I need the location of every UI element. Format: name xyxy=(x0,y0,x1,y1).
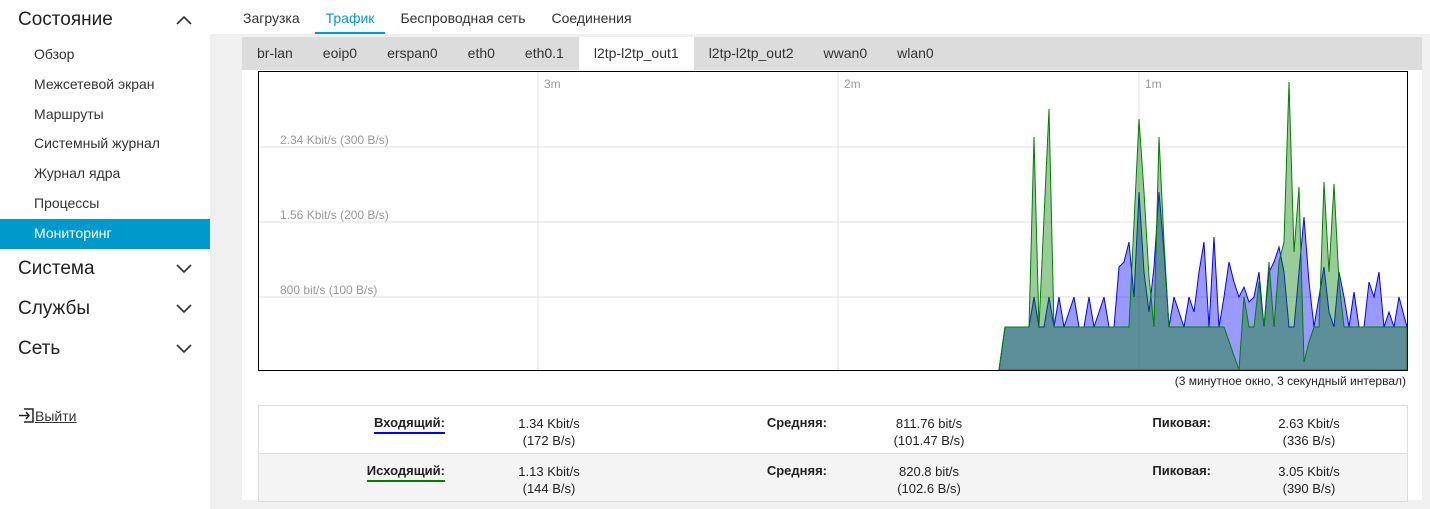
tab-connections[interactable]: Соединения xyxy=(541,0,643,34)
inbound-avg-cell: 811.76 bit/s (101.47 B/s) xyxy=(859,415,999,449)
menu-section-network[interactable]: Сеть xyxy=(0,329,210,369)
inbound-avg-bytes: (101.47 B/s) xyxy=(893,433,965,448)
menu-item-kernel-log[interactable]: Журнал ядра xyxy=(0,159,210,189)
outbound-avg-bytes: (102.6 B/s) xyxy=(897,481,961,496)
time-label-2m: 2m xyxy=(844,77,861,91)
y-label-200: 1.56 Kbit/s (200 B/s) xyxy=(280,208,389,222)
inbound-avg-value: 811.76 bit/s xyxy=(895,416,963,431)
menu-item-monitoring[interactable]: Мониторинг xyxy=(0,218,210,249)
outbound-label: Исходящий: xyxy=(366,463,445,482)
chevron-down-icon xyxy=(176,304,192,313)
inbound-peak-cell: 2.63 Kbit/s (336 B/s) xyxy=(1249,415,1369,449)
top-tab-bar: Загрузка Трафик Беспроводная сеть Соедин… xyxy=(210,0,1430,34)
outbound-avg-label: Средняя: xyxy=(766,463,827,478)
sidebar: Состояние Обзор Межсетевой экран Маршрут… xyxy=(0,0,210,509)
inbound-avg-label: Средняя: xyxy=(766,415,827,430)
menu-section-services[interactable]: Службы xyxy=(0,289,210,329)
stats-row-inbound: Входящий: 1.34 Kbit/s (172 B/s) Средняя:… xyxy=(259,406,1407,454)
inbound-label: Входящий: xyxy=(373,415,445,434)
traffic-graph-svg: 3m 2m 1m 2.34 Kbit/s (300 B/s) 1.56 Kbit… xyxy=(259,72,1407,370)
interface-tab-bar: br-lan eoip0 erspan0 eth0 eth0.1 l2tp-l2… xyxy=(242,37,1422,70)
y-label-300: 2.34 Kbit/s (300 B/s) xyxy=(280,133,389,147)
menu-section-status-label: Состояние xyxy=(18,9,113,30)
menu-section-status[interactable]: Состояние xyxy=(0,0,210,40)
menu-item-routes[interactable]: Маршруты xyxy=(0,100,210,130)
time-label-1m: 1m xyxy=(1145,77,1162,91)
iftab-l2tp-out1[interactable]: l2tp-l2tp_out1 xyxy=(578,37,694,70)
traffic-stats-table: Входящий: 1.34 Kbit/s (172 B/s) Средняя:… xyxy=(258,405,1408,502)
menu-section-network-label: Сеть xyxy=(18,337,61,359)
iftab-eth0[interactable]: eth0 xyxy=(453,37,510,70)
inbound-peak-value: 2.63 Kbit/s xyxy=(1278,416,1340,431)
iftab-l2tp-out2[interactable]: l2tp-l2tp_out2 xyxy=(694,37,809,70)
menu-item-overview[interactable]: Обзор xyxy=(0,40,210,70)
inbound-current-cell: 1.34 Kbit/s (172 B/s) xyxy=(489,415,609,449)
logout-link[interactable]: Выйти xyxy=(18,407,76,424)
outbound-peak-value: 3.05 Kbit/s xyxy=(1278,464,1340,479)
y-label-100: 800 bit/s (100 B/s) xyxy=(280,283,377,297)
chevron-down-icon xyxy=(176,344,192,353)
outbound-avg-cell: 820.8 bit/s (102.6 B/s) xyxy=(859,463,999,497)
tab-traffic[interactable]: Трафик xyxy=(314,0,386,34)
tab-wireless[interactable]: Беспроводная сеть xyxy=(389,0,536,34)
menu-section-services-label: Службы xyxy=(18,297,90,319)
stats-row-outbound: Исходящий: 1.13 Kbit/s (144 B/s) Средняя… xyxy=(259,454,1407,501)
status-submenu: Обзор Межсетевой экран Маршруты Системны… xyxy=(0,40,210,249)
logout-icon xyxy=(19,408,34,423)
traffic-panel: br-lan eoip0 erspan0 eth0 eth0.1 l2tp-l2… xyxy=(242,37,1422,502)
menu-item-processes[interactable]: Процессы xyxy=(0,189,210,219)
iftab-br-lan[interactable]: br-lan xyxy=(242,37,308,70)
outbound-current-cell: 1.13 Kbit/s (144 B/s) xyxy=(489,463,609,497)
inbound-current-value: 1.34 Kbit/s xyxy=(518,416,580,431)
chevron-up-icon xyxy=(176,15,192,25)
iftab-erspan0[interactable]: erspan0 xyxy=(372,37,453,70)
menu-section-system[interactable]: Система xyxy=(0,249,210,289)
inbound-current-bytes: (172 B/s) xyxy=(522,433,576,448)
time-label-3m: 3m xyxy=(544,77,561,91)
outbound-current-value: 1.13 Kbit/s xyxy=(518,464,580,479)
outbound-traffic-area xyxy=(998,81,1407,370)
tab-load[interactable]: Загрузка xyxy=(232,0,311,34)
outbound-peak-label: Пиковая: xyxy=(1152,463,1211,478)
outbound-peak-bytes: (390 B/s) xyxy=(1282,481,1336,496)
iftab-wwan0[interactable]: wwan0 xyxy=(809,37,883,70)
iftab-wlan0[interactable]: wlan0 xyxy=(882,37,949,70)
outbound-peak-cell: 3.05 Kbit/s (390 B/s) xyxy=(1249,463,1369,497)
menu-item-syslog[interactable]: Системный журнал xyxy=(0,129,210,159)
traffic-graph: 3m 2m 1m 2.34 Kbit/s (300 B/s) 1.56 Kbit… xyxy=(258,71,1408,371)
chevron-down-icon xyxy=(176,264,192,273)
inbound-peak-label: Пиковая: xyxy=(1152,415,1211,430)
menu-section-system-label: Система xyxy=(18,257,95,279)
outbound-avg-value: 820.8 bit/s xyxy=(899,464,959,479)
iftab-eth0-1[interactable]: eth0.1 xyxy=(510,37,579,70)
outbound-current-bytes: (144 B/s) xyxy=(522,481,576,496)
logout-label: Выйти xyxy=(35,407,77,424)
menu-item-firewall[interactable]: Межсетевой экран xyxy=(0,70,210,100)
inbound-peak-bytes: (336 B/s) xyxy=(1282,433,1336,448)
graph-caption: (3 минутное окно, 3 секундный интервал) xyxy=(1174,374,1406,388)
iftab-eoip0[interactable]: eoip0 xyxy=(308,37,372,70)
